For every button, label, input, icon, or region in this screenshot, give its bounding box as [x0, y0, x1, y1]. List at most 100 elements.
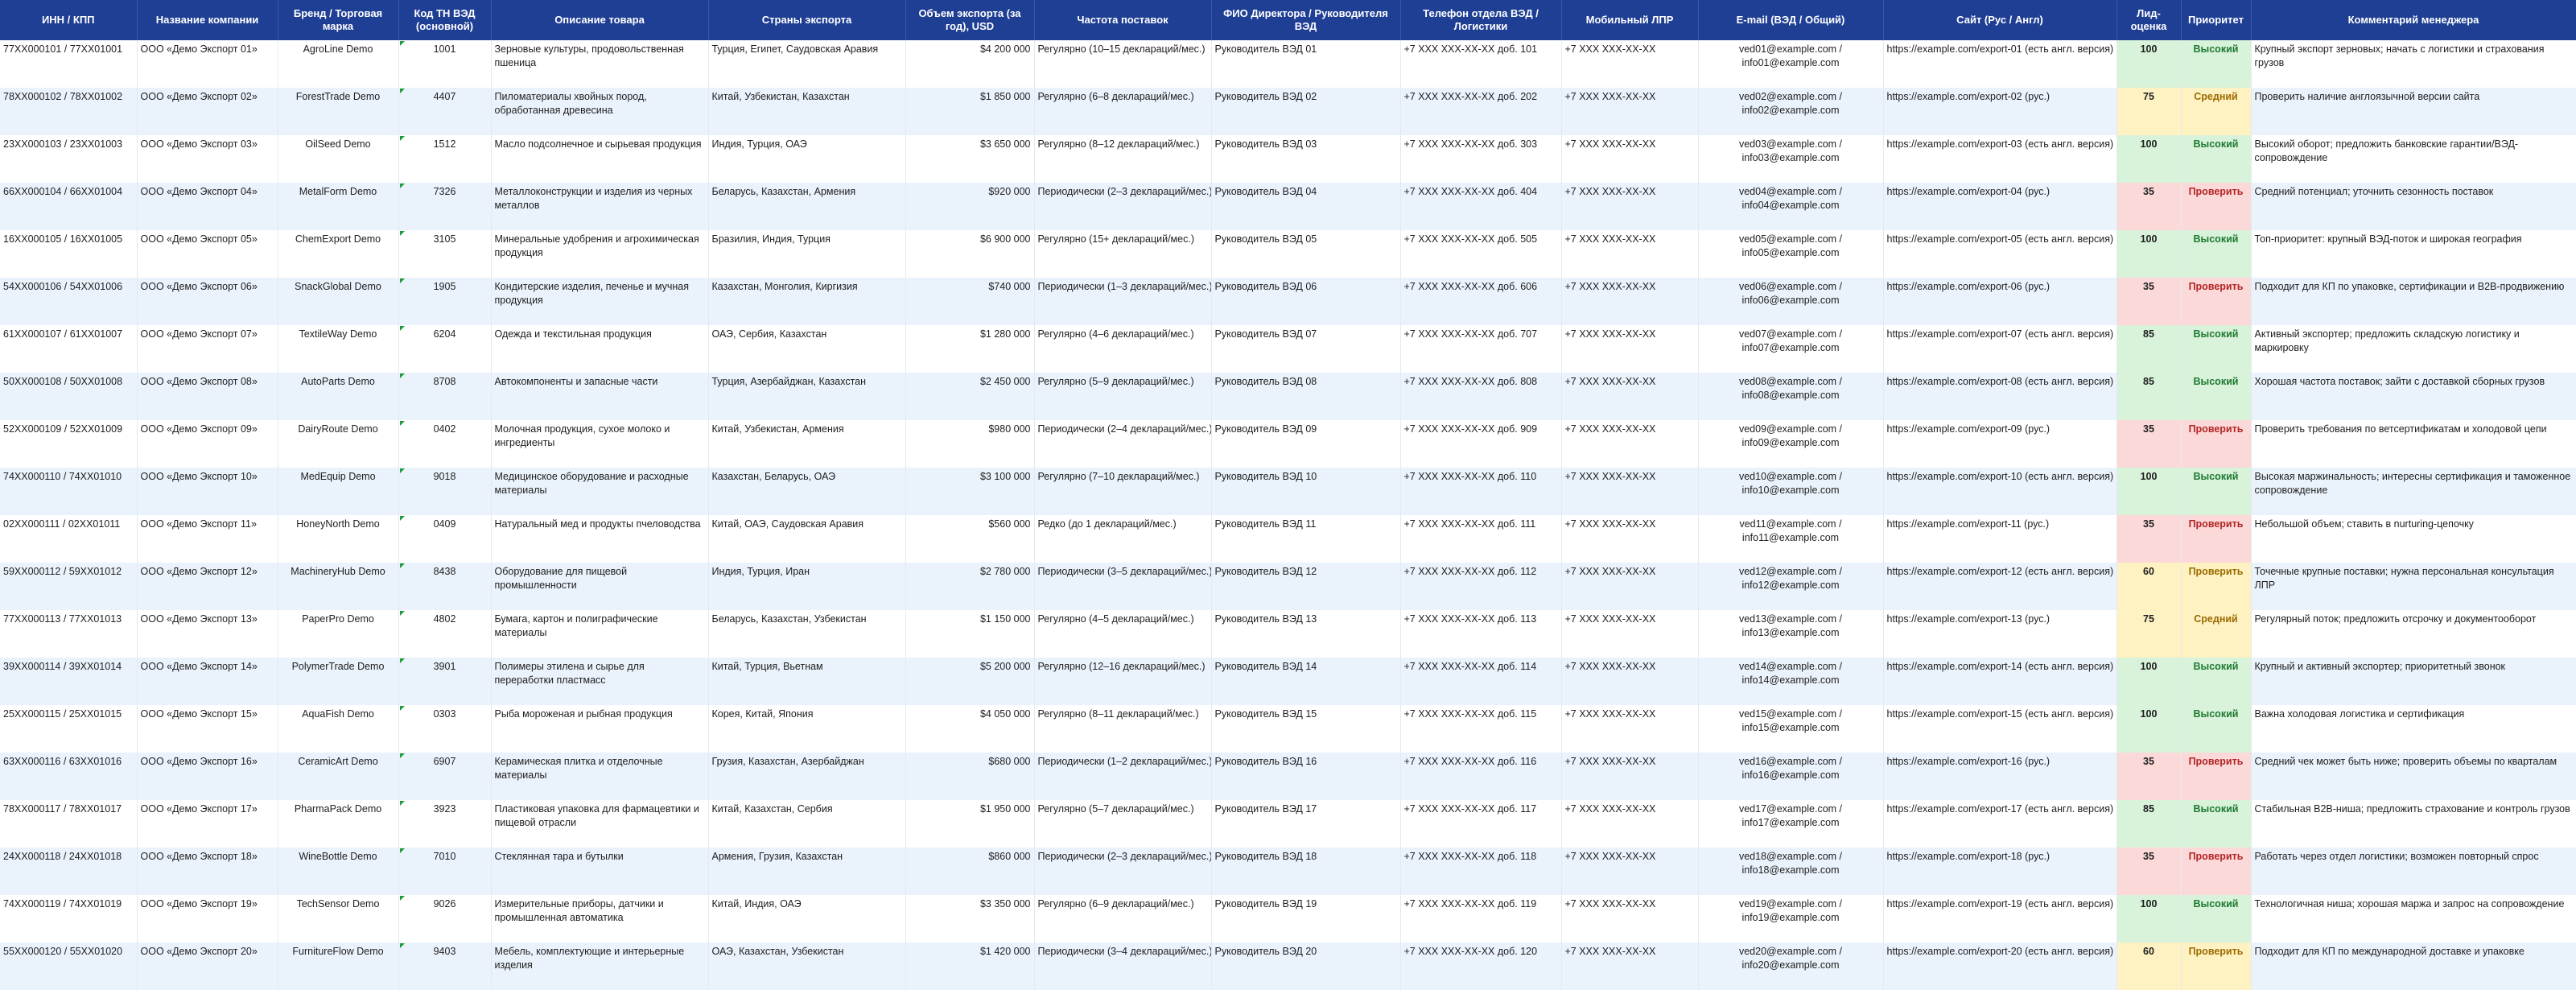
phone-cell[interactable]: +7 XXX XXX-XX-XX доб. 606	[1400, 278, 1562, 325]
countries-cell[interactable]: Казахстан, Беларусь, ОАЭ	[708, 468, 906, 515]
website-cell[interactable]: https://example.com/export-06 (рус.)	[1883, 278, 2117, 325]
company-name-cell[interactable]: ООО «Демо Экспорт 11»	[137, 515, 278, 563]
director-cell[interactable]: Руководитель ВЭД 15	[1211, 705, 1401, 753]
countries-cell[interactable]: Китай, Индия, ОАЭ	[708, 895, 906, 943]
email-cell[interactable]: ved08@example.com / info08@example.com	[1698, 373, 1884, 420]
col-header-lead-score[interactable]: Лид-оценка	[2116, 0, 2182, 40]
col-header-phone[interactable]: Телефон отдела ВЭД / Логистики	[1400, 0, 1562, 40]
lead-score-cell[interactable]: 35	[2116, 278, 2182, 325]
mobile-cell[interactable]: +7 XXX XXX-XX-XX	[1561, 468, 1699, 515]
mobile-cell[interactable]: +7 XXX XXX-XX-XX	[1561, 373, 1699, 420]
frequency-cell[interactable]: Редко (до 1 деклараций/мес.)	[1034, 515, 1212, 563]
phone-cell[interactable]: +7 XXX XXX-XX-XX доб. 113	[1400, 610, 1562, 658]
phone-cell[interactable]: +7 XXX XXX-XX-XX доб. 101	[1400, 40, 1562, 88]
comment-cell[interactable]: Высокая маржинальность; интересны сертиф…	[2251, 468, 2576, 515]
email-cell[interactable]: ved03@example.com / info03@example.com	[1698, 135, 1884, 183]
countries-cell[interactable]: Индия, Турция, Иран	[708, 563, 906, 610]
priority-cell[interactable]: Высокий	[2181, 135, 2252, 183]
description-cell[interactable]: Керамическая плитка и отделочные материа…	[491, 753, 709, 800]
col-header-description[interactable]: Описание товара	[491, 0, 709, 40]
description-cell[interactable]: Пиломатериалы хвойных пород, обработанна…	[491, 88, 709, 135]
comment-cell[interactable]: Работать через отдел логистики; возможен…	[2251, 848, 2576, 895]
director-cell[interactable]: Руководитель ВЭД 18	[1211, 848, 1401, 895]
mobile-cell[interactable]: +7 XXX XXX-XX-XX	[1561, 515, 1699, 563]
description-cell[interactable]: Одежда и текстильная продукция	[491, 325, 709, 373]
director-cell[interactable]: Руководитель ВЭД 02	[1211, 88, 1401, 135]
email-cell[interactable]: ved15@example.com / info15@example.com	[1698, 705, 1884, 753]
priority-cell[interactable]: Высокий	[2181, 230, 2252, 278]
comment-cell[interactable]: Активный экспортер; предложить складскую…	[2251, 325, 2576, 373]
priority-cell[interactable]: Высокий	[2181, 800, 2252, 848]
website-cell[interactable]: https://example.com/export-16 (рус.)	[1883, 753, 2117, 800]
email-cell[interactable]: ved05@example.com / info05@example.com	[1698, 230, 1884, 278]
priority-cell[interactable]: Проверить	[2181, 753, 2252, 800]
website-cell[interactable]: https://example.com/export-03 (есть англ…	[1883, 135, 2117, 183]
priority-cell[interactable]: Высокий	[2181, 40, 2252, 88]
col-header-brand[interactable]: Бренд / Торговая марка	[278, 0, 399, 40]
company-name-cell[interactable]: ООО «Демо Экспорт 18»	[137, 848, 278, 895]
director-cell[interactable]: Руководитель ВЭД 09	[1211, 420, 1401, 468]
phone-cell[interactable]: +7 XXX XXX-XX-XX доб. 114	[1400, 658, 1562, 705]
hs-code-cell[interactable]: 7010	[398, 848, 492, 895]
company-name-cell[interactable]: ООО «Демо Экспорт 06»	[137, 278, 278, 325]
description-cell[interactable]: Зерновые культуры, продовольственная пше…	[491, 40, 709, 88]
description-cell[interactable]: Рыба мороженая и рыбная продукция	[491, 705, 709, 753]
col-header-director[interactable]: ФИО Директора / Руководителя ВЭД	[1211, 0, 1401, 40]
comment-cell[interactable]: Средний чек может быть ниже; проверить о…	[2251, 753, 2576, 800]
comment-cell[interactable]: Технологичная ниша; хорошая маржа и запр…	[2251, 895, 2576, 943]
website-cell[interactable]: https://example.com/export-19 (есть англ…	[1883, 895, 2117, 943]
countries-cell[interactable]: Турция, Египет, Саудовская Аравия	[708, 40, 906, 88]
director-cell[interactable]: Руководитель ВЭД 11	[1211, 515, 1401, 563]
description-cell[interactable]: Мебель, комплектующие и интерьерные изде…	[491, 943, 709, 990]
company-name-cell[interactable]: ООО «Демо Экспорт 15»	[137, 705, 278, 753]
company-name-cell[interactable]: ООО «Демо Экспорт 03»	[137, 135, 278, 183]
lead-score-cell[interactable]: 75	[2116, 88, 2182, 135]
brand-cell[interactable]: AquaFish Demo	[278, 705, 399, 753]
hs-code-cell[interactable]: 0303	[398, 705, 492, 753]
inn-cell[interactable]: 74XX000119 / 74XX01019	[0, 895, 138, 943]
brand-cell[interactable]: WineBottle Demo	[278, 848, 399, 895]
inn-cell[interactable]: 23XX000103 / 23XX01003	[0, 135, 138, 183]
description-cell[interactable]: Полимеры этилена и сырье для переработки…	[491, 658, 709, 705]
mobile-cell[interactable]: +7 XXX XXX-XX-XX	[1561, 848, 1699, 895]
website-cell[interactable]: https://example.com/export-10 (есть англ…	[1883, 468, 2117, 515]
volume-cell[interactable]: $2 450 000	[905, 373, 1035, 420]
frequency-cell[interactable]: Регулярно (8–12 деклараций/мес.)	[1034, 135, 1212, 183]
countries-cell[interactable]: Бразилия, Индия, Турция	[708, 230, 906, 278]
hs-code-cell[interactable]: 4802	[398, 610, 492, 658]
website-cell[interactable]: https://example.com/export-02 (рус.)	[1883, 88, 2117, 135]
phone-cell[interactable]: +7 XXX XXX-XX-XX доб. 808	[1400, 373, 1562, 420]
frequency-cell[interactable]: Периодически (1–3 деклараций/мес.)	[1034, 278, 1212, 325]
volume-cell[interactable]: $740 000	[905, 278, 1035, 325]
hs-code-cell[interactable]: 1905	[398, 278, 492, 325]
lead-score-cell[interactable]: 35	[2116, 420, 2182, 468]
col-header-priority[interactable]: Приоритет	[2181, 0, 2252, 40]
volume-cell[interactable]: $4 200 000	[905, 40, 1035, 88]
volume-cell[interactable]: $1 150 000	[905, 610, 1035, 658]
phone-cell[interactable]: +7 XXX XXX-XX-XX доб. 112	[1400, 563, 1562, 610]
hs-code-cell[interactable]: 1001	[398, 40, 492, 88]
volume-cell[interactable]: $1 420 000	[905, 943, 1035, 990]
frequency-cell[interactable]: Регулярно (7–10 деклараций/мес.)	[1034, 468, 1212, 515]
description-cell[interactable]: Пластиковая упаковка для фармацевтики и …	[491, 800, 709, 848]
volume-cell[interactable]: $1 850 000	[905, 88, 1035, 135]
table-row[interactable]: 66XX000104 / 66XX01004 ООО «Демо Экспорт …	[0, 183, 2576, 230]
countries-cell[interactable]: Китай, Узбекистан, Армения	[708, 420, 906, 468]
priority-cell[interactable]: Проверить	[2181, 278, 2252, 325]
description-cell[interactable]: Масло подсолнечное и сырьевая продукция	[491, 135, 709, 183]
hs-code-cell[interactable]: 9018	[398, 468, 492, 515]
company-name-cell[interactable]: ООО «Демо Экспорт 20»	[137, 943, 278, 990]
director-cell[interactable]: Руководитель ВЭД 08	[1211, 373, 1401, 420]
company-name-cell[interactable]: ООО «Демо Экспорт 02»	[137, 88, 278, 135]
director-cell[interactable]: Руководитель ВЭД 01	[1211, 40, 1401, 88]
phone-cell[interactable]: +7 XXX XXX-XX-XX доб. 505	[1400, 230, 1562, 278]
comment-cell[interactable]: Подходит для КП по международной доставк…	[2251, 943, 2576, 990]
website-cell[interactable]: https://example.com/export-04 (рус.)	[1883, 183, 2117, 230]
website-cell[interactable]: https://example.com/export-12 (есть англ…	[1883, 563, 2117, 610]
company-name-cell[interactable]: ООО «Демо Экспорт 19»	[137, 895, 278, 943]
lead-score-cell[interactable]: 35	[2116, 848, 2182, 895]
inn-cell[interactable]: 78XX000117 / 78XX01017	[0, 800, 138, 848]
col-header-inn[interactable]: ИНН / КПП	[0, 0, 138, 40]
lead-score-cell[interactable]: 100	[2116, 895, 2182, 943]
phone-cell[interactable]: +7 XXX XXX-XX-XX доб. 118	[1400, 848, 1562, 895]
